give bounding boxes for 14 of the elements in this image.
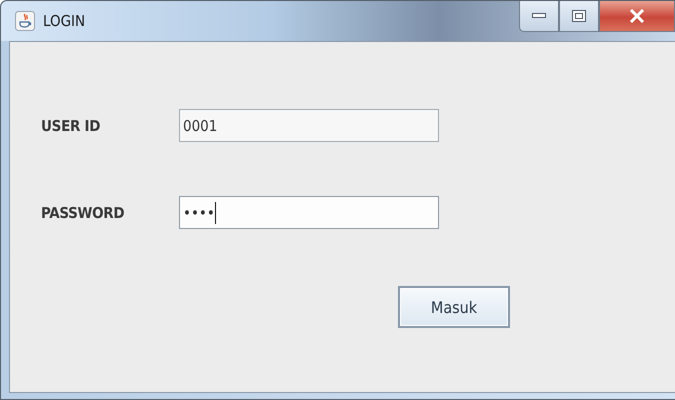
maximize-icon (572, 10, 586, 22)
window-title: LOGIN (43, 12, 86, 30)
minimize-icon (532, 13, 546, 19)
text-cursor-icon (214, 202, 216, 224)
input-field[interactable]: 0001 (179, 109, 439, 142)
minimize-button[interactable] (519, 1, 559, 32)
close-button[interactable] (599, 1, 675, 32)
input-field[interactable]: •••• (179, 196, 439, 229)
cup-icon (15, 11, 35, 31)
login-button[interactable]: Masuk (398, 286, 510, 328)
field-label: USER ID (41, 116, 102, 134)
field-label: PASSWORD (41, 204, 126, 222)
close-icon (629, 9, 645, 23)
maximize-button[interactable] (559, 1, 599, 32)
